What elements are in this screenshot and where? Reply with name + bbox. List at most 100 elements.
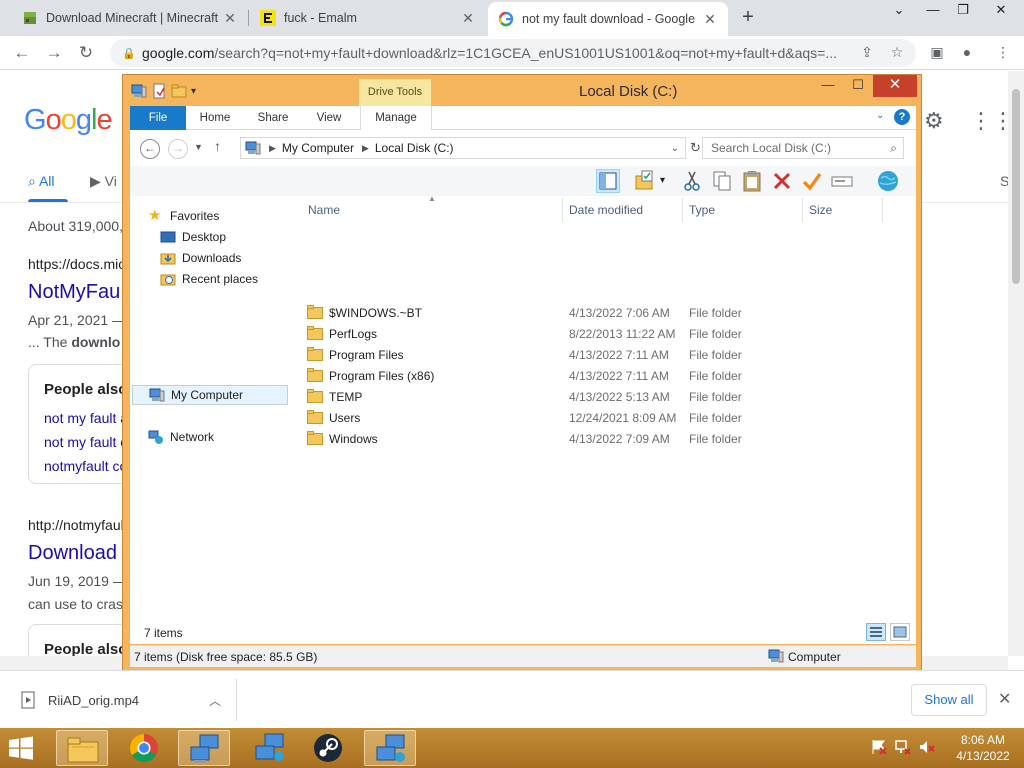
- chevron-up-icon[interactable]: ︿: [209, 692, 221, 709]
- restore-icon[interactable]: ❐: [946, 0, 980, 22]
- taskbar-steam[interactable]: [302, 730, 354, 766]
- page-vertical-scrollbar[interactable]: [1008, 71, 1024, 656]
- breadcrumb-local-disk[interactable]: Local Disk (C:): [375, 141, 454, 155]
- copy-icon[interactable]: [710, 169, 734, 193]
- forward-arrow-icon[interactable]: →: [42, 41, 66, 65]
- chevron-down-icon[interactable]: ⌄: [876, 110, 884, 121]
- address-bar[interactable]: 🔒 google.com/search?q=not+my+fault+downl…: [110, 39, 916, 67]
- search-local-disk-input[interactable]: Search Local Disk (C:) ⌕: [702, 137, 904, 159]
- google-tab-videos[interactable]: ▶ Vi: [90, 173, 117, 190]
- people-also-item[interactable]: not my fault c: [44, 434, 127, 450]
- windows-start-icon[interactable]: [8, 736, 34, 760]
- chevron-down-icon[interactable]: ▾: [191, 86, 196, 97]
- table-row[interactable]: Windows 4/13/2022 7:09 AM File folder: [302, 428, 802, 449]
- forward-arrow-icon[interactable]: →: [168, 139, 188, 159]
- large-icons-view-icon[interactable]: [890, 623, 910, 641]
- table-row[interactable]: PerfLogs 8/22/2013 11:22 AM File folder: [302, 323, 802, 344]
- close-icon[interactable]: ✕: [460, 10, 476, 27]
- taskbar-network-app[interactable]: [178, 730, 230, 766]
- folder-options-icon[interactable]: [634, 169, 658, 193]
- tab-manage[interactable]: Manage: [360, 106, 432, 130]
- checkmark-icon[interactable]: [800, 169, 824, 193]
- breadcrumb-my-computer[interactable]: My Computer: [282, 141, 354, 155]
- table-row[interactable]: Users 12/24/2021 8:09 AM File folder: [302, 407, 802, 428]
- tab-emalm[interactable]: fuck - Emalm ✕: [250, 4, 486, 32]
- cut-scissors-icon[interactable]: [680, 169, 704, 193]
- taskbar-network-app-2[interactable]: [244, 730, 296, 766]
- bookmark-star-icon[interactable]: ☆: [888, 43, 906, 61]
- preview-pane-icon[interactable]: [596, 169, 620, 193]
- details-view-icon[interactable]: [866, 623, 886, 641]
- table-row[interactable]: Program Files (x86) 4/13/2022 7:11 AM Fi…: [302, 365, 802, 386]
- tab-google-search[interactable]: not my fault download - Google ✕: [488, 2, 728, 36]
- column-divider[interactable]: [562, 198, 563, 222]
- up-arrow-icon[interactable]: ↑: [214, 138, 221, 154]
- table-row[interactable]: TEMP 4/13/2022 5:13 AM File folder: [302, 386, 802, 407]
- nav-favorites[interactable]: ★ Favorites: [148, 206, 219, 226]
- paste-clipboard-icon[interactable]: [740, 169, 764, 193]
- tab-minecraft[interactable]: Download Minecraft | Minecraft ✕: [12, 4, 248, 32]
- profile-avatar-icon[interactable]: ●: [958, 43, 976, 61]
- delete-x-icon[interactable]: [770, 169, 794, 193]
- close-icon[interactable]: ✕: [998, 689, 1011, 709]
- chevron-down-icon[interactable]: ▾: [660, 169, 674, 193]
- table-row[interactable]: $WINDOWS.~BT 4/13/2022 7:06 AM File fold…: [302, 302, 802, 323]
- table-row[interactable]: Program Files 4/13/2022 7:11 AM File fol…: [302, 344, 802, 365]
- taskbar-file-explorer[interactable]: [56, 730, 108, 766]
- google-logo[interactable]: Google: [24, 104, 113, 137]
- breadcrumb-chevron-icon[interactable]: ▶: [269, 143, 276, 154]
- google-tab-right[interactable]: S: [1000, 173, 1008, 189]
- explorer-address-bar[interactable]: ▶ My Computer ▶ Local Disk (C:) ⌄: [240, 137, 686, 159]
- action-center-flag-icon[interactable]: [870, 738, 888, 756]
- taskbar-clock[interactable]: 8:06 AM 4/13/2022: [950, 732, 1016, 764]
- apps-grid-icon[interactable]: ⋮⋮: [970, 108, 1008, 134]
- column-header-type[interactable]: Type: [689, 203, 715, 217]
- download-item[interactable]: RiiAD_orig.mp4 ︿: [20, 687, 221, 713]
- help-icon[interactable]: ?: [894, 109, 910, 125]
- speaker-muted-icon[interactable]: [918, 738, 936, 756]
- network-status-icon[interactable]: [894, 738, 912, 756]
- column-divider[interactable]: [682, 198, 683, 222]
- result-url[interactable]: https://docs.mic: [28, 256, 125, 272]
- scrollbar-thumb[interactable]: [1012, 89, 1020, 284]
- column-header-size[interactable]: Size: [809, 203, 832, 217]
- side-panel-icon[interactable]: ▣: [928, 43, 946, 61]
- properties-icon[interactable]: [151, 83, 167, 99]
- maximize-icon[interactable]: ☐: [843, 75, 873, 97]
- minimize-icon[interactable]: —: [916, 0, 950, 22]
- computer-icon[interactable]: [131, 83, 147, 99]
- nav-network[interactable]: Network: [148, 427, 214, 447]
- menu-kebab-icon[interactable]: ⋮: [994, 43, 1012, 61]
- taskbar-network-app-3[interactable]: [364, 730, 416, 766]
- nav-recent-places[interactable]: Recent places: [160, 269, 258, 289]
- nav-desktop[interactable]: Desktop: [160, 227, 226, 247]
- tab-search-icon[interactable]: ⌄: [882, 0, 916, 22]
- tab-view[interactable]: View: [306, 106, 352, 130]
- new-tab-button[interactable]: +: [738, 6, 758, 28]
- result-url[interactable]: http://notmyfaul: [28, 517, 124, 533]
- column-divider[interactable]: [802, 198, 803, 222]
- minimize-icon[interactable]: —: [813, 75, 843, 97]
- close-icon[interactable]: ✕: [222, 10, 238, 27]
- close-icon[interactable]: ✕: [702, 11, 718, 28]
- close-window-icon[interactable]: ✕: [873, 75, 917, 97]
- people-also-item[interactable]: notmyfault co: [44, 458, 127, 474]
- refresh-icon[interactable]: ↻: [690, 140, 701, 156]
- new-folder-icon[interactable]: [171, 83, 187, 99]
- close-window-icon[interactable]: ✕: [984, 0, 1018, 22]
- tab-file[interactable]: File: [130, 106, 186, 130]
- breadcrumb-chevron-icon[interactable]: ▶: [362, 143, 369, 154]
- back-arrow-icon[interactable]: ←: [10, 41, 34, 65]
- recent-locations-chevron-icon[interactable]: ▼: [194, 142, 203, 152]
- reload-icon[interactable]: ↻: [74, 41, 98, 65]
- settings-gear-icon[interactable]: ⚙: [924, 108, 944, 134]
- show-all-button[interactable]: Show all: [911, 684, 987, 716]
- people-also-item[interactable]: not my fault a: [44, 410, 128, 426]
- nav-my-computer[interactable]: My Computer: [132, 385, 288, 405]
- address-url[interactable]: google.com/search?q=not+my+fault+downloa…: [142, 45, 842, 61]
- tab-share[interactable]: Share: [248, 106, 298, 130]
- google-tab-all[interactable]: ⌕ All: [28, 173, 55, 190]
- tab-home[interactable]: Home: [190, 106, 240, 130]
- result-title-link[interactable]: NotMyFau: [28, 281, 120, 304]
- chevron-down-icon[interactable]: ⌄: [671, 143, 679, 154]
